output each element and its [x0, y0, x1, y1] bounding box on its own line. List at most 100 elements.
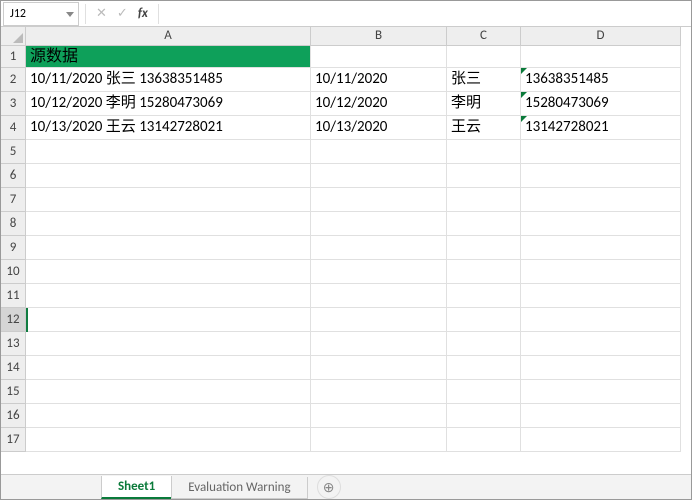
cell-D12[interactable] [521, 308, 681, 332]
cell-D13[interactable] [521, 332, 681, 356]
cell-D9[interactable] [521, 236, 681, 260]
cell-B11[interactable] [311, 284, 447, 308]
cell-D1[interactable] [521, 46, 681, 68]
cell-B9[interactable] [311, 236, 447, 260]
cell-D8[interactable] [521, 212, 681, 236]
cell-B15[interactable] [311, 380, 447, 404]
cell-A10[interactable] [26, 260, 311, 284]
cell-B7[interactable] [311, 188, 447, 212]
confirm-icon[interactable]: ✓ [117, 6, 128, 21]
row-header-16[interactable]: 16 [1, 404, 26, 428]
row-header-13[interactable]: 13 [1, 332, 26, 356]
cell-C7[interactable] [447, 188, 521, 212]
cell-B8[interactable] [311, 212, 447, 236]
cell-C2[interactable]: 张三 [447, 68, 521, 92]
cell-A3[interactable]: 10/12/2020 李明 15280473069 [26, 92, 311, 116]
row-header-3[interactable]: 3 [1, 92, 26, 116]
cell-C14[interactable] [447, 356, 521, 380]
tab-sheet1[interactable]: Sheet1 [101, 476, 172, 499]
cell-B6[interactable] [311, 164, 447, 188]
cell-C4[interactable]: 王云 [447, 116, 521, 140]
cells-area[interactable]: 源数据 10/11/2020 张三 13638351485 10/11/2020… [26, 46, 681, 452]
row-header-7[interactable]: 7 [1, 188, 26, 212]
cell-A15[interactable] [26, 380, 311, 404]
cell-B12[interactable] [311, 308, 447, 332]
cell-B17[interactable] [311, 428, 447, 452]
select-all-corner[interactable] [1, 27, 26, 46]
cell-B1[interactable] [311, 46, 447, 68]
cell-A17[interactable] [26, 428, 311, 452]
row-header-10[interactable]: 10 [1, 260, 26, 284]
row-header-1[interactable]: 1 [1, 46, 26, 68]
cell-C1[interactable] [447, 46, 521, 68]
cell-A9[interactable] [26, 236, 311, 260]
cell-D5[interactable] [521, 140, 681, 164]
cell-C5[interactable] [447, 140, 521, 164]
row-header-4[interactable]: 4 [1, 116, 26, 140]
cell-C15[interactable] [447, 380, 521, 404]
cell-D4[interactable]: 13142728021 [521, 116, 681, 140]
cell-B13[interactable] [311, 332, 447, 356]
cell-A1[interactable]: 源数据 [26, 46, 311, 68]
cell-A14[interactable] [26, 356, 311, 380]
cell-C8[interactable] [447, 212, 521, 236]
row-header-11[interactable]: 11 [1, 284, 26, 308]
cell-A4[interactable]: 10/13/2020 王云 13142728021 [26, 116, 311, 140]
cell-D11[interactable] [521, 284, 681, 308]
cell-C13[interactable] [447, 332, 521, 356]
cell-C12[interactable] [447, 308, 521, 332]
cell-D2[interactable]: 13638351485 [521, 68, 681, 92]
cell-C11[interactable] [447, 284, 521, 308]
cell-B5[interactable] [311, 140, 447, 164]
cell-C3[interactable]: 李明 [447, 92, 521, 116]
cell-D10[interactable] [521, 260, 681, 284]
cell-D7[interactable] [521, 188, 681, 212]
row-selection-indicator [26, 308, 28, 332]
col-header-D[interactable]: D [521, 27, 681, 46]
cell-C10[interactable] [447, 260, 521, 284]
col-header-B[interactable]: B [311, 27, 447, 46]
cell-A2[interactable]: 10/11/2020 张三 13638351485 [26, 68, 311, 92]
cell-A5[interactable] [26, 140, 311, 164]
cell-D14[interactable] [521, 356, 681, 380]
cell-D3[interactable]: 15280473069 [521, 92, 681, 116]
cell-A7[interactable] [26, 188, 311, 212]
cell-A8[interactable] [26, 212, 311, 236]
row-header-2[interactable]: 2 [1, 68, 26, 92]
cell-C9[interactable] [447, 236, 521, 260]
cell-A11[interactable] [26, 284, 311, 308]
cell-C16[interactable] [447, 404, 521, 428]
cell-B4[interactable]: 10/13/2020 [311, 116, 447, 140]
cell-D15[interactable] [521, 380, 681, 404]
fx-icon[interactable]: fx [138, 6, 148, 21]
row-header-6[interactable]: 6 [1, 164, 26, 188]
cell-A6[interactable] [26, 164, 311, 188]
cancel-icon[interactable]: ✕ [96, 6, 107, 21]
cell-B2[interactable]: 10/11/2020 [311, 68, 447, 92]
row-header-14[interactable]: 14 [1, 356, 26, 380]
row-header-5[interactable]: 5 [1, 140, 26, 164]
cell-A13[interactable] [26, 332, 311, 356]
row-header-12[interactable]: 12 [1, 308, 26, 332]
row-header-17[interactable]: 17 [1, 428, 26, 452]
tab-evaluation-warning[interactable]: Evaluation Warning [171, 477, 307, 499]
row-header-9[interactable]: 9 [1, 236, 26, 260]
formula-input[interactable] [163, 2, 691, 26]
col-header-C[interactable]: C [447, 27, 521, 46]
new-sheet-button[interactable]: ⊕ [317, 475, 341, 499]
cell-D6[interactable] [521, 164, 681, 188]
cell-B10[interactable] [311, 260, 447, 284]
cell-D17[interactable] [521, 428, 681, 452]
name-box[interactable]: J12 [3, 2, 79, 26]
cell-A16[interactable] [26, 404, 311, 428]
cell-A12[interactable] [26, 308, 311, 332]
cell-B16[interactable] [311, 404, 447, 428]
cell-C17[interactable] [447, 428, 521, 452]
cell-B14[interactable] [311, 356, 447, 380]
cell-B3[interactable]: 10/12/2020 [311, 92, 447, 116]
cell-D16[interactable] [521, 404, 681, 428]
row-header-15[interactable]: 15 [1, 380, 26, 404]
row-header-8[interactable]: 8 [1, 212, 26, 236]
col-header-A[interactable]: A [26, 27, 311, 46]
cell-C6[interactable] [447, 164, 521, 188]
